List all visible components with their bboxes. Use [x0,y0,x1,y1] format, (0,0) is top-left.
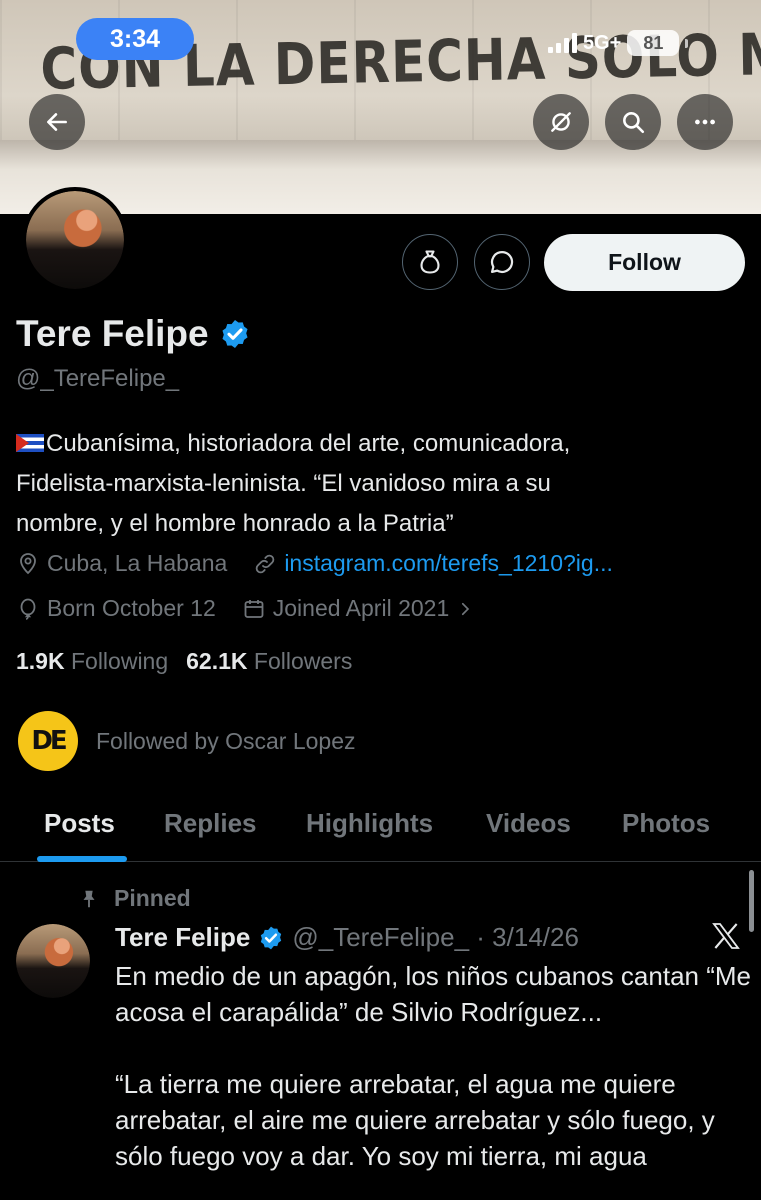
post-author-name[interactable]: Tere Felipe [115,922,250,953]
following-label: Following [70,648,169,674]
joined-text: Joined April 2021 [272,595,450,621]
status-indicators: 5G+ 81 [548,30,689,56]
money-bag-icon [420,250,440,274]
arrow-left-icon [47,113,67,131]
tab-videos[interactable]: Videos [486,808,571,839]
profile-handle: @_TereFelipe_ [16,365,180,392]
profile-website[interactable]: instagram.com/terefs_1210?ig... [253,550,613,577]
verified-badge-icon [261,926,282,949]
tab-photos[interactable]: Photos [622,808,710,839]
followers-number: 62.1K [186,648,248,674]
banner-sidewalk [0,140,761,214]
tab-highlights[interactable]: Highlights [306,808,433,839]
scrollbar[interactable] [749,870,754,932]
profile-meta-row-1: Cuba, La Habana instagram.com/terefs_121… [16,550,639,577]
pin-icon [83,890,95,907]
message-icon [490,250,514,274]
profile-avatar[interactable] [22,187,128,293]
battery-level: 81 [643,32,664,53]
profile-location: Cuba, La Habana [16,550,227,577]
pinned-label-row: Pinned [78,885,191,912]
battery-nub [685,38,689,48]
birthday-text: Born October 12 [47,595,216,621]
tab-posts[interactable]: Posts [44,808,115,839]
x-logo-icon [710,920,742,957]
followed-by-row[interactable]: DE Followed by Oscar Lopez [18,711,356,771]
location-text: Cuba, La Habana [47,550,228,576]
tip-button[interactable] [402,234,458,290]
bio-line-3: nombre, y el hombre honrado a la Patria” [16,510,454,537]
profile-counts: 1.9K Following 62.1K Followers [16,648,352,675]
profile-name-row: Tere Felipe [16,313,251,355]
avatar-photo [26,191,124,289]
profile-birthday: Born October 12 [16,595,216,622]
post-avatar-photo [16,924,90,998]
post-header: Tere Felipe @_TereFelipe_ · 3/14/26 [115,922,579,953]
profile-bio: Cubanísima, historiadora del arte, comun… [16,424,736,544]
post-paragraph-1: En medio de un apagón, los niños cubanos… [115,961,751,1027]
website-link[interactable]: instagram.com/terefs_1210?ig... [284,550,613,577]
battery-icon: 81 [627,30,680,56]
back-button[interactable] [29,94,85,150]
balloon-icon [20,598,36,620]
followed-by-text: Followed by Oscar Lopez [96,727,356,754]
followers-count[interactable]: 62.1K Followers [186,648,352,675]
follow-button[interactable]: Follow [544,234,745,291]
signal-icon [548,33,577,53]
message-button[interactable] [474,234,530,290]
post-paragraph-2: “La tierra me quiere arrebatar, el agua … [115,1069,715,1171]
active-tab-indicator [37,856,127,862]
link-icon [256,554,275,573]
search-icon [623,112,645,134]
bio-line-1: Cubanísima, historiadora del arte, comun… [16,424,736,464]
profile-tabs: Posts Replies Highlights Videos Photos [0,790,761,862]
calendar-icon [244,599,264,618]
bio-line-2: Fidelista-marxista-leninista. “El vanido… [16,470,551,497]
post-text[interactable]: En medio de un apagón, los niños cubanos… [115,958,755,1200]
following-number: 1.9K [16,648,65,674]
cuba-flag-icon [16,434,44,452]
profile-joined[interactable]: Joined April 2021 [242,595,474,622]
grok-button[interactable] [533,94,589,150]
bio-line-1-text: Cubanísima, historiadora del arte, comun… [46,430,571,457]
followed-by-avatar: DE [18,711,78,771]
verified-badge-icon[interactable] [219,318,251,350]
more-horizontal-icon [695,119,715,125]
more-button[interactable] [677,94,733,150]
profile-meta-row-2: Born October 12 Joined April 2021 [16,595,500,622]
tab-replies[interactable]: Replies [164,808,257,839]
post-handle-date[interactable]: @_TereFelipe_ · 3/14/26 [292,922,579,953]
pinned-label: Pinned [114,885,191,911]
chevron-right-icon [462,602,470,615]
profile-name: Tere Felipe [16,313,209,354]
following-count[interactable]: 1.9K Following [16,648,168,675]
followers-label: Followers [253,648,353,674]
search-button[interactable] [605,94,661,150]
grok-icon [551,112,571,132]
status-time: 3:34 [76,18,194,60]
location-pin-icon [20,552,36,574]
network-type: 5G+ [583,31,622,54]
post-author-avatar[interactable] [16,924,90,998]
